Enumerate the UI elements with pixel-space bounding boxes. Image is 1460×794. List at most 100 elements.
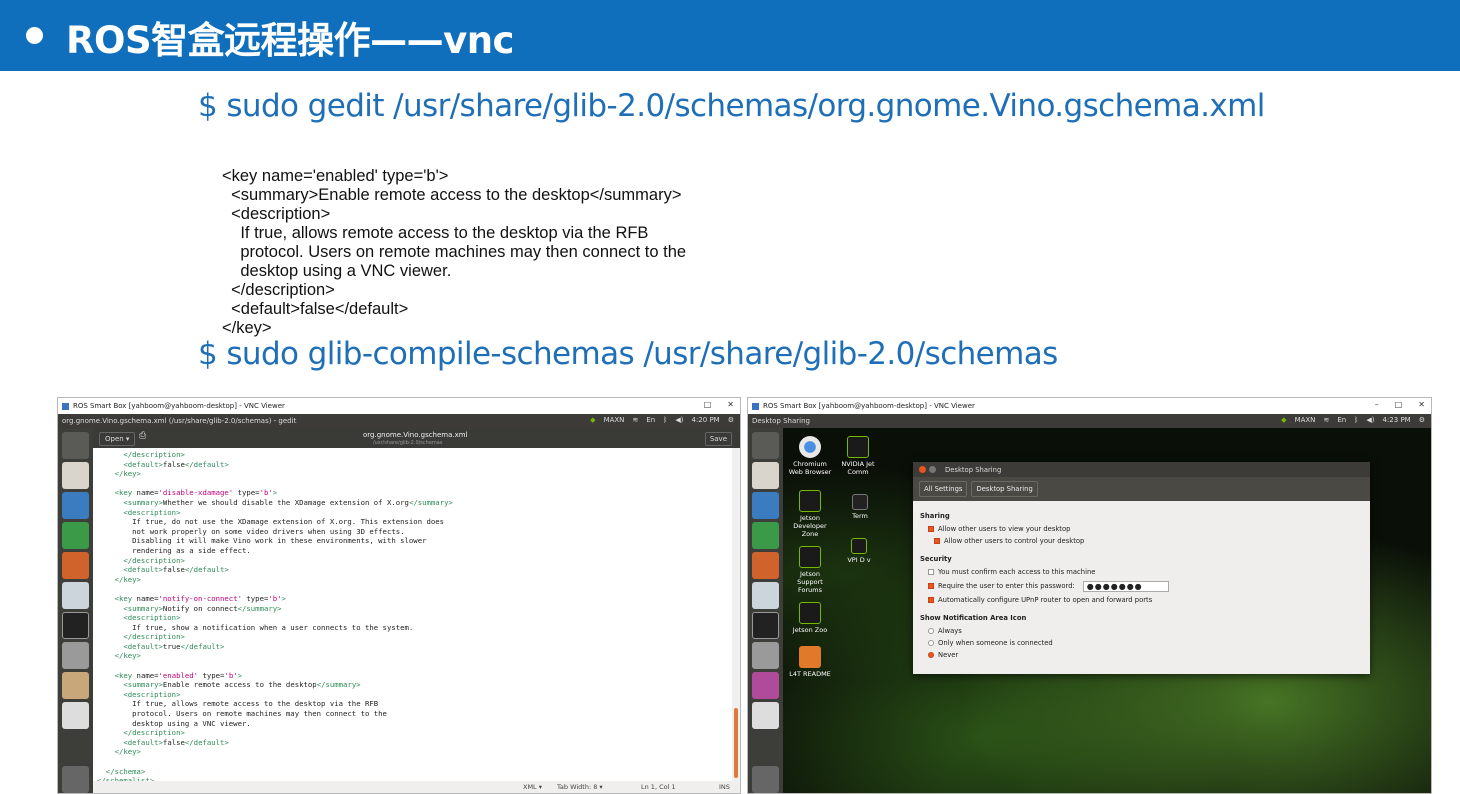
notify-always-radio[interactable] (928, 628, 934, 634)
desktop-icon-terminal[interactable]: Term (847, 494, 873, 520)
gedit-icon[interactable] (62, 672, 89, 699)
scrollbar-thumb[interactable] (734, 708, 738, 778)
nvidia-icon (847, 436, 869, 458)
code-line: </key> (114, 574, 141, 584)
gear-icon[interactable]: ⚙ (728, 416, 734, 424)
restore-icon[interactable]: □ (1395, 400, 1403, 409)
require-password-checkbox[interactable] (928, 583, 934, 589)
desktop-sharing-icon[interactable] (752, 672, 779, 699)
settings-icon[interactable] (752, 642, 779, 669)
editor-text-area[interactable]: </description> <default>false</default> … (93, 448, 732, 781)
nvidia-icon[interactable]: ◆ (1281, 416, 1286, 424)
notify-always-option[interactable]: Always (920, 625, 1362, 637)
desktop-icon-label: Jetson Support Forums (797, 570, 823, 594)
allow-view-checkbox[interactable] (928, 526, 934, 532)
desktop-icon-jetson-dev-zone[interactable]: Jetson Developer Zone (787, 490, 833, 538)
bluetooth-icon[interactable]: ᛒ (1354, 416, 1358, 424)
password-field[interactable]: ●●●●●●● (1082, 580, 1169, 592)
tab-desktop-sharing[interactable]: Desktop Sharing (971, 481, 1038, 497)
terminal-icon[interactable] (62, 612, 89, 639)
volume-icon[interactable]: ◀) (675, 416, 683, 424)
impress-icon[interactable] (752, 552, 779, 579)
restore-icon[interactable]: □ (704, 400, 712, 409)
cursor-position[interactable]: Ln 1, Col 1 (641, 783, 676, 791)
language-selector[interactable]: XML ▾ (523, 783, 542, 791)
allow-control-checkbox[interactable] (934, 538, 940, 544)
notify-connected-option[interactable]: Only when someone is connected (920, 637, 1362, 649)
writer-icon[interactable] (62, 492, 89, 519)
keyboard-layout[interactable]: En (1337, 416, 1346, 424)
notify-never-option[interactable]: Never (920, 649, 1362, 661)
upnp-checkbox[interactable] (928, 597, 934, 603)
upnp-option[interactable]: Automatically configure UPnP router to o… (920, 594, 1362, 606)
minimize-icon[interactable] (929, 466, 936, 473)
calc-icon[interactable] (752, 522, 779, 549)
desktop-icon-l4t-readme[interactable]: L4T README (787, 646, 833, 678)
close-icon[interactable] (919, 466, 926, 473)
ubuntu-logo-icon[interactable] (62, 432, 89, 459)
require-password-option[interactable]: Require the user to enter this password:… (920, 578, 1362, 594)
code-line: If true, allows remote access to the des… (97, 699, 379, 709)
confirm-access-checkbox[interactable] (928, 569, 934, 575)
save-button[interactable]: Save (704, 432, 732, 446)
option-label: You must confirm each access to this mac… (938, 568, 1096, 576)
settings-icon[interactable] (62, 642, 89, 669)
volume-icon[interactable]: ◀) (1366, 416, 1374, 424)
notify-connected-radio[interactable] (928, 640, 934, 646)
drive-icon[interactable] (62, 702, 89, 729)
notify-never-radio[interactable] (928, 652, 934, 658)
code-line: <description> (123, 689, 181, 699)
software-icon[interactable] (752, 582, 779, 609)
dialog-titlebar[interactable]: Desktop Sharing (913, 462, 1370, 477)
allow-view-option[interactable]: Allow other users to view your desktop (920, 523, 1362, 535)
files-icon[interactable] (752, 462, 779, 489)
desktop-icon-jetson-zoo[interactable]: Jetson Zoo (787, 602, 833, 634)
ubuntu-logo-icon[interactable] (752, 432, 779, 459)
keyboard-layout[interactable]: En (646, 416, 655, 424)
trash-icon[interactable] (752, 766, 779, 793)
power-mode[interactable]: MAXN (604, 416, 625, 424)
software-icon[interactable] (62, 582, 89, 609)
calc-icon[interactable] (62, 522, 89, 549)
desktop-icon-label: Jetson Zoo (792, 626, 828, 634)
compile-command: $ sudo glib-compile-schemas /usr/share/g… (198, 336, 1058, 372)
power-mode[interactable]: MAXN (1295, 416, 1316, 424)
drive-icon[interactable] (752, 702, 779, 729)
window-titlebar[interactable]: ROS Smart Box [yahboom@yahboom-desktop] … (748, 398, 1431, 414)
scrollbar[interactable] (732, 448, 740, 781)
tab-all-settings[interactable]: All Settings (919, 481, 968, 497)
minimize-icon[interactable]: – (1375, 400, 1379, 409)
desktop-icon-jetson-forums[interactable]: Jetson Support Forums (787, 546, 833, 594)
new-tab-icon[interactable]: ⎙ (139, 431, 146, 441)
wifi-icon[interactable]: ≋ (632, 416, 638, 424)
desktop-icon-nvidia[interactable]: NVIDIA Jet Comm (841, 436, 875, 476)
vnc-icon (62, 402, 69, 410)
gear-icon[interactable]: ⚙ (1419, 416, 1425, 424)
tab-width-selector[interactable]: Tab Width: 8 ▾ (557, 783, 603, 791)
impress-icon[interactable] (62, 552, 89, 579)
window-controls: – □ ✕ (1375, 400, 1425, 409)
status-bar: XML ▾ Tab Width: 8 ▾ Ln 1, Col 1 INS (93, 781, 740, 793)
dialog-body: Sharing Allow other users to view your d… (920, 508, 1362, 661)
trash-icon[interactable] (62, 766, 89, 793)
writer-icon[interactable] (752, 492, 779, 519)
nvidia-icon[interactable]: ◆ (590, 416, 595, 424)
vnc-window-left: ROS Smart Box [yahboom@yahboom-desktop] … (57, 397, 741, 794)
gedit-headerbar: Open ▾ ⎙ org.gnome.Vino.gschema.xml /usr… (93, 428, 740, 448)
allow-control-option[interactable]: Allow other users to control your deskto… (920, 535, 1362, 547)
desktop-icon-chromium[interactable]: Chromium Web Browser (787, 436, 833, 476)
section-heading: Show Notification Area Icon (920, 614, 1027, 622)
clock[interactable]: 4:20 PM (692, 416, 720, 424)
desktop-icon-vpi[interactable]: VPI D v (845, 538, 873, 564)
bluetooth-icon[interactable]: ᛒ (663, 416, 667, 424)
close-icon[interactable]: ✕ (727, 400, 734, 409)
files-icon[interactable] (62, 462, 89, 489)
wifi-icon[interactable]: ≋ (1323, 416, 1329, 424)
clock[interactable]: 4:23 PM (1383, 416, 1411, 424)
open-button[interactable]: Open ▾ (99, 432, 136, 446)
window-titlebar[interactable]: ROS Smart Box [yahboom@yahboom-desktop] … (58, 398, 740, 414)
terminal-icon[interactable] (752, 612, 779, 639)
indicators: ◆ MAXN ≋ En ᛒ ◀) 4:23 PM ⚙ (1281, 416, 1425, 424)
confirm-access-option[interactable]: You must confirm each access to this mac… (920, 566, 1362, 578)
close-icon[interactable]: ✕ (1418, 400, 1425, 409)
